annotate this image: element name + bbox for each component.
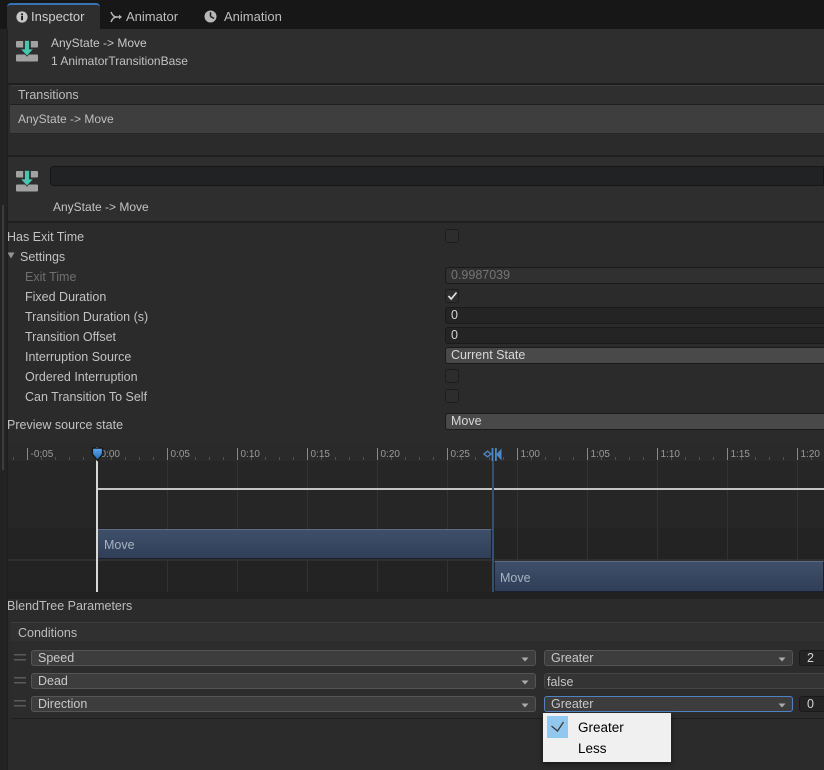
svg-text:0:10: 0:10 [241, 449, 261, 460]
svg-text:1:10: 1:10 [661, 449, 681, 460]
svg-text:1:20: 1:20 [801, 449, 821, 460]
svg-text:-0:05: -0:05 [31, 449, 54, 460]
svg-text:0:20: 0:20 [381, 449, 401, 460]
svg-text:0:15: 0:15 [311, 449, 331, 460]
svg-text:0:25: 0:25 [451, 449, 471, 460]
svg-text:0:05: 0:05 [171, 449, 191, 460]
svg-text:1:00: 1:00 [521, 449, 541, 460]
svg-text:1:05: 1:05 [591, 449, 611, 460]
svg-text:1:15: 1:15 [731, 449, 751, 460]
